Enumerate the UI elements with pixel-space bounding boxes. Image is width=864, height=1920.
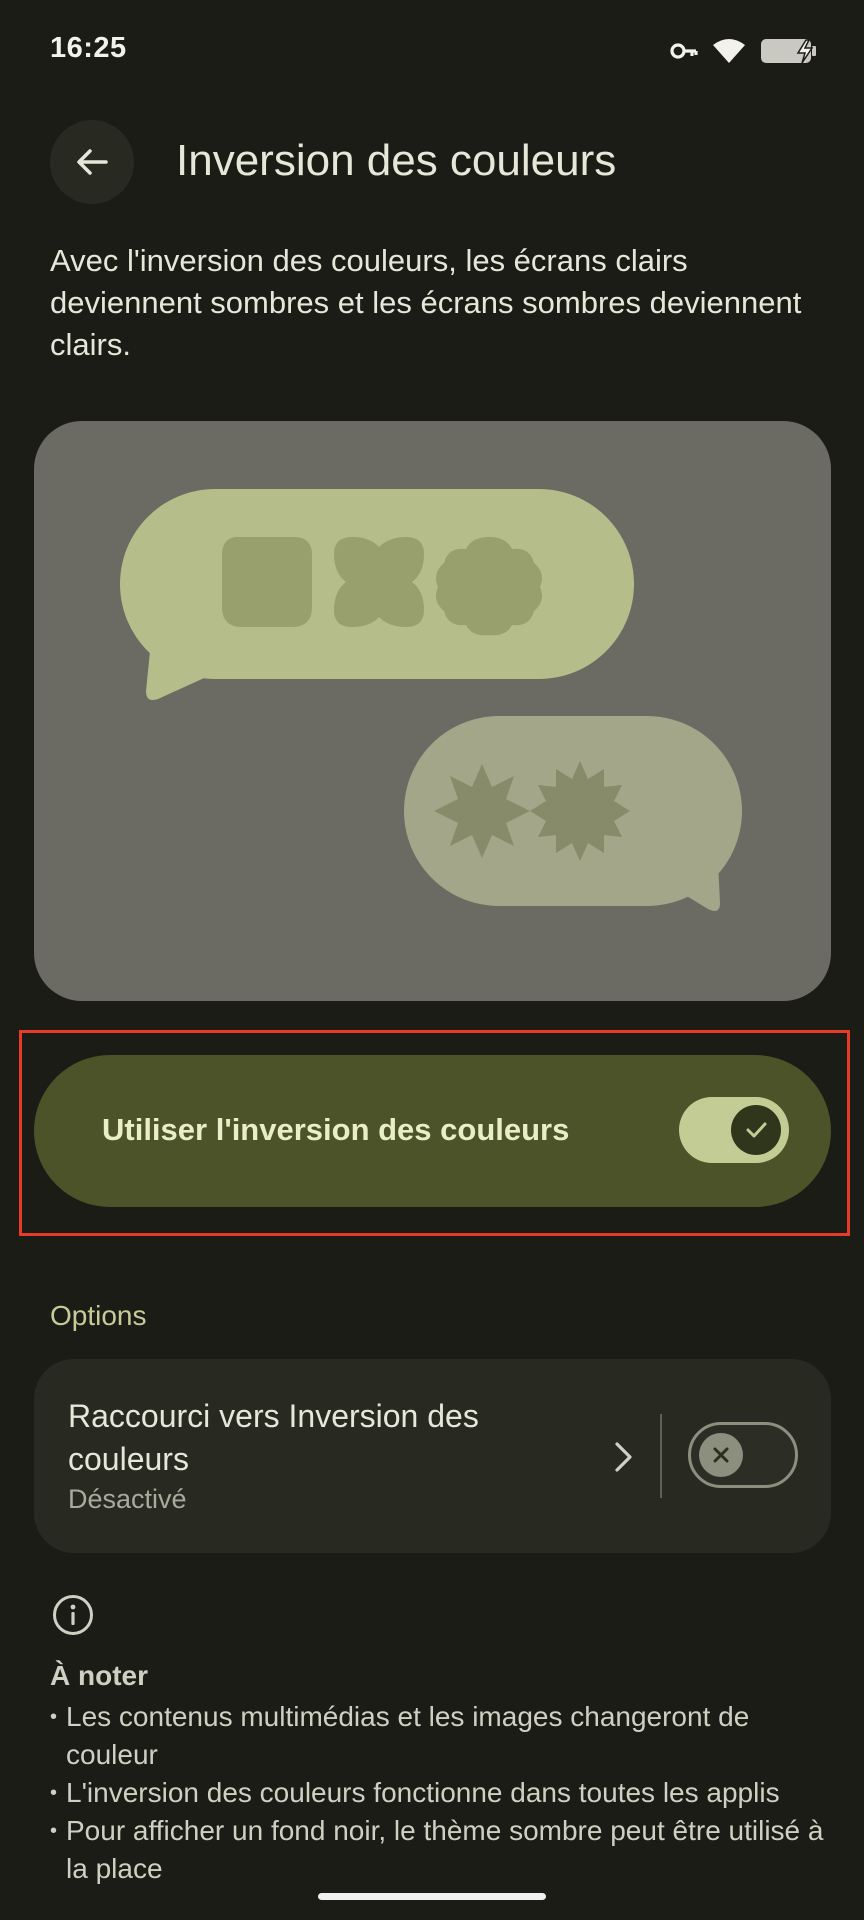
divider xyxy=(660,1414,662,1498)
note-item: Les contenus multimédias et les images c… xyxy=(50,1698,830,1774)
preview-illustration xyxy=(34,421,831,1001)
close-icon xyxy=(713,1447,729,1463)
chevron-right-icon[interactable] xyxy=(608,1439,638,1475)
color-inversion-toggle-label: Utiliser l'inversion des couleurs xyxy=(102,1112,570,1147)
status-time: 16:25 xyxy=(50,32,127,64)
note-list: Les contenus multimédias et les images c… xyxy=(50,1698,830,1888)
home-indicator[interactable] xyxy=(318,1893,546,1900)
back-button[interactable] xyxy=(50,120,134,204)
note-item: L'inversion des couleurs fonctionne dans… xyxy=(50,1774,830,1812)
color-inversion-toggle-card[interactable]: Utiliser l'inversion des couleurs xyxy=(34,1055,831,1207)
switch-knob xyxy=(731,1105,781,1155)
key-icon xyxy=(670,43,698,59)
description: Avec l'inversion des couleurs, les écran… xyxy=(50,243,802,362)
status-icons xyxy=(670,34,820,68)
battery-charging-icon xyxy=(761,39,816,64)
note-item: Pour afficher un fond noir, le thème som… xyxy=(50,1812,830,1888)
check-icon xyxy=(746,1122,767,1138)
back-arrow-icon xyxy=(77,149,108,175)
shortcut-switch[interactable] xyxy=(688,1422,798,1488)
shortcut-status: Désactivé xyxy=(68,1484,187,1514)
shortcut-card[interactable]: Raccourci vers Inversion des couleurs Dé… xyxy=(34,1359,831,1553)
color-inversion-switch[interactable] xyxy=(679,1097,789,1163)
options-section-label: Options xyxy=(50,1300,147,1331)
chat-bubbles-illustration xyxy=(120,489,742,911)
info-icon xyxy=(53,1595,93,1635)
wifi-icon xyxy=(713,39,745,63)
switch-knob xyxy=(699,1433,743,1477)
note-title: À noter xyxy=(50,1660,148,1691)
page-title: Inversion des couleurs xyxy=(176,136,617,185)
shortcut-title: Raccourci vers Inversion des couleurs xyxy=(68,1398,479,1477)
